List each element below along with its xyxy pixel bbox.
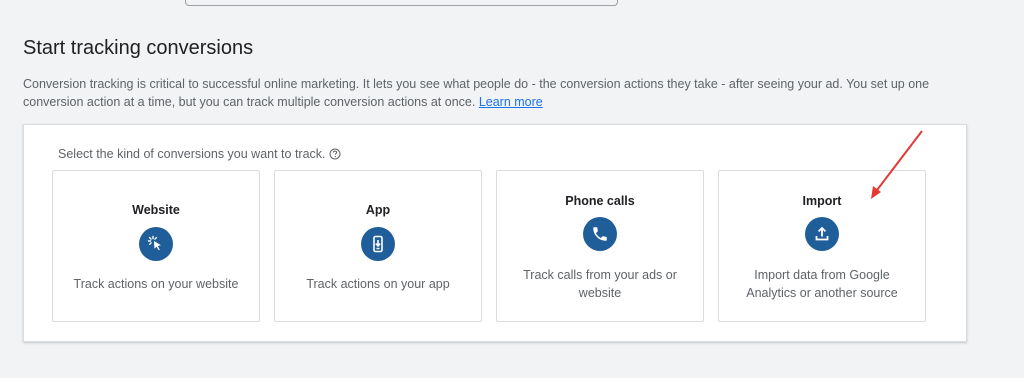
card-website-description: Track actions on your website: [73, 277, 239, 291]
card-phone-calls[interactable]: Phone calls Track calls from your ads or…: [496, 170, 704, 322]
help-icon[interactable]: [329, 148, 341, 160]
page-description: Conversion tracking is critical to succe…: [23, 75, 983, 111]
conversion-setup-page: Start tracking conversions Conversion tr…: [0, 0, 1024, 378]
card-app[interactable]: App Track actions on your app: [274, 170, 482, 322]
page-title: Start tracking conversions: [23, 37, 254, 59]
mobile-download-icon: [361, 227, 395, 261]
prompt-text: Select the kind of conversions you want …: [58, 147, 326, 161]
card-import-description: Import data from Google Analytics or ano…: [746, 268, 898, 300]
conversion-kind-prompt: Select the kind of conversions you want …: [58, 147, 341, 161]
card-phone-calls-title: Phone calls: [565, 194, 635, 208]
learn-more-link[interactable]: Learn more: [479, 95, 543, 109]
upload-icon: [805, 217, 839, 251]
conversion-type-panel: Select the kind of conversions you want …: [23, 124, 967, 342]
card-website-title: Website: [132, 203, 180, 217]
cursor-click-icon: [139, 227, 173, 261]
card-app-title: App: [365, 203, 391, 217]
card-website[interactable]: Website Track actions on your website: [52, 170, 260, 322]
top-input-field[interactable]: [185, 0, 618, 6]
card-phone-calls-description: Track calls from your ads or website: [523, 268, 677, 300]
annotation-arrow-icon: [871, 130, 923, 199]
phone-icon: [583, 217, 617, 251]
description-text: Conversion tracking is critical to succe…: [23, 77, 930, 109]
card-app-description: Track actions on your app: [306, 277, 450, 291]
